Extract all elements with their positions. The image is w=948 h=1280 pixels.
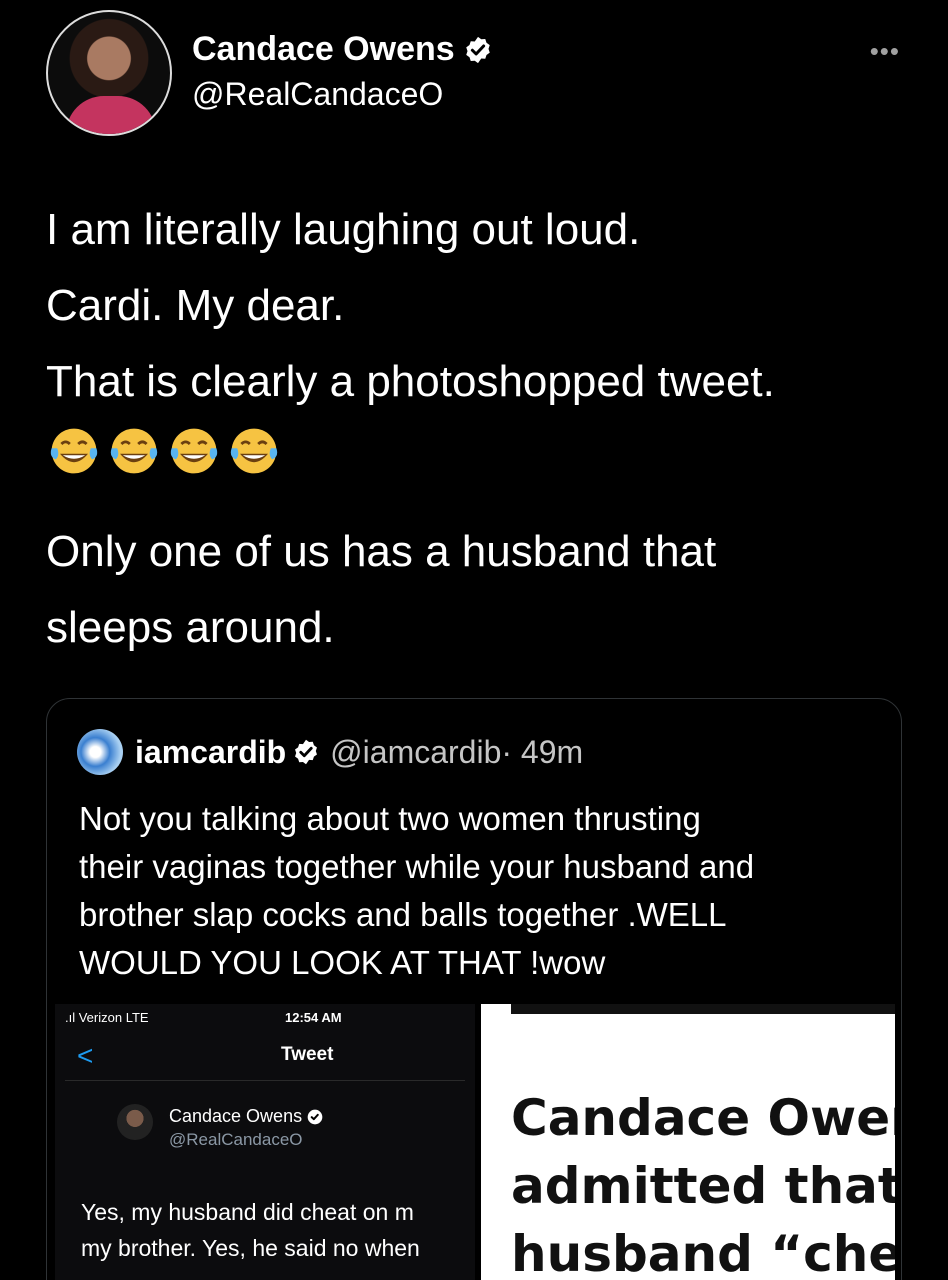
media-screenshot-phone[interactable]: .ıl Verizon LTE 12:54 AM < Tweet Candace… [55,1004,475,1280]
quoted-text-line: WOULD YOU LOOK AT THAT !wow [79,944,606,981]
divider [65,1080,465,1081]
phone-clock: 12:54 AM [285,1010,342,1025]
phone-author-handle: @RealCandaceO [169,1130,303,1149]
phone-tweet-text: Yes, my husband did cheat on m my brothe… [81,1194,475,1266]
tweet-header: Candace Owens @RealCandaceO ••• [46,10,906,140]
quoted-text-line: Not you talking about two women thrustin… [79,800,701,837]
author-handle[interactable]: @RealCandaceO [192,76,443,113]
quoted-author-name[interactable]: iamcardib [135,734,286,771]
tweet-body: I am literally laughing out loud. Cardi.… [46,192,906,666]
quoted-tweet-header: iamcardib @iamcardib · 49m [77,729,583,775]
headline-line: admitted that h [511,1157,895,1215]
quoted-tweet-text: Not you talking about two women thrustin… [79,795,879,987]
author-name-row: Candace Owens [192,30,493,69]
tears-of-joy-emoji-icon [170,428,218,474]
quoted-author-avatar[interactable] [77,729,123,775]
headline-top-bar [511,1004,895,1014]
phone-author-row: Candace Owens [169,1106,323,1127]
back-icon: < [77,1040,94,1071]
phone-title: Tweet [281,1044,334,1065]
verified-badge-icon [295,739,318,765]
tweet-line: sleeps around. [46,603,335,652]
tweet-line: Only one of us has a husband that [46,527,717,576]
phone-author-name: Candace Owens [169,1106,303,1126]
more-options-icon[interactable]: ••• [870,36,900,67]
media-headline-image[interactable]: Candace Ower admitted that h husband “ch… [481,1004,895,1280]
quoted-author-handle[interactable]: @iamcardib [330,734,501,771]
verified-badge-icon [465,36,490,63]
quoted-media[interactable]: .ıl Verizon LTE 12:54 AM < Tweet Candace… [55,1004,895,1280]
quoted-text-line: their vaginas together while your husban… [79,848,755,885]
headline-line: husband “chea [511,1225,895,1280]
phone-avatar [117,1104,153,1140]
tears-of-joy-emoji-icon [50,428,98,474]
emoji-row [46,420,906,482]
quoted-tweet-time: · 49m [501,733,584,770]
tears-of-joy-emoji-icon [110,428,158,474]
quoted-tweet[interactable]: iamcardib @iamcardib · 49m Not you talki… [46,698,902,1280]
tears-of-joy-emoji-icon [230,428,278,474]
headline-text: Candace Ower admitted that h husband “ch… [511,1084,895,1280]
quoted-text-line: brother slap cocks and balls together .W… [79,896,727,933]
phone-text-line: Yes, my husband did cheat on m [81,1199,414,1225]
tweet-line: I am literally laughing out loud. [46,205,641,254]
verified-badge-icon [307,1109,323,1124]
phone-text-line: my brother. Yes, he said no when [81,1235,420,1261]
headline-line: Candace Ower [511,1089,895,1147]
tweet-line: Cardi. My dear. [46,281,345,330]
author-avatar[interactable] [46,10,172,136]
tweet-line: That is clearly a photoshopped tweet. [46,357,775,406]
phone-carrier: .ıl Verizon LTE [65,1010,149,1025]
author-name[interactable]: Candace Owens [192,30,455,69]
